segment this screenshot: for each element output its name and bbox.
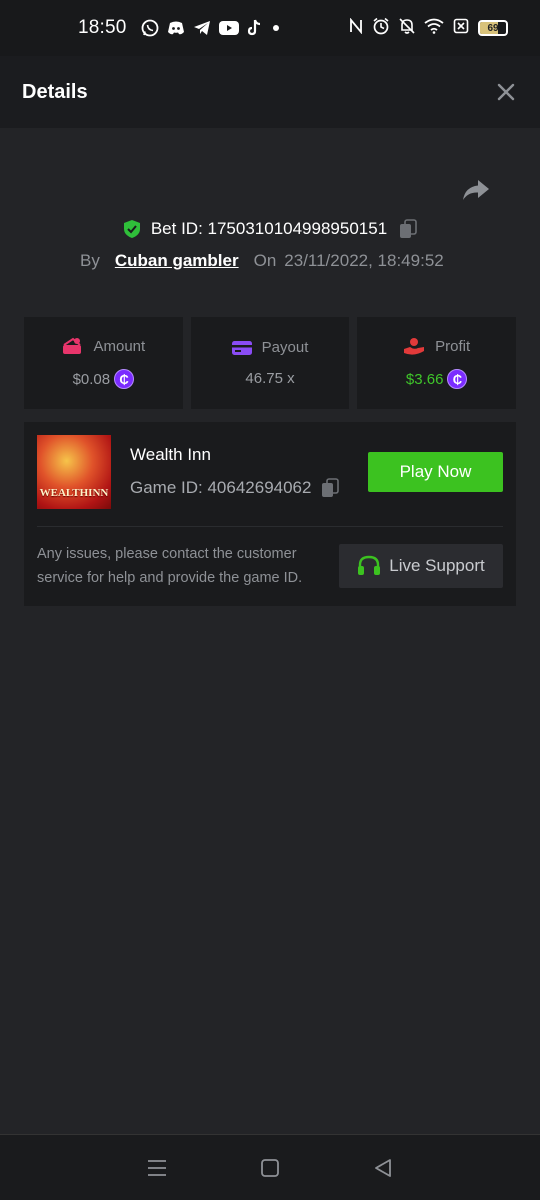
copy-bet-id-icon[interactable]: [399, 219, 417, 239]
live-support-label: Live Support: [389, 556, 485, 575]
bet-date: 23/11/2022, 18:49:52: [284, 251, 444, 270]
back-triangle-icon: [375, 1158, 392, 1177]
bet-id: Bet ID: 1750310104998950151: [150, 219, 388, 238]
details-header: Details: [0, 56, 540, 128]
alarm-icon: [372, 17, 390, 40]
tiktok-icon: [247, 19, 263, 37]
game-name[interactable]: Wealth Inn: [130, 445, 211, 465]
battery-icon: 69: [478, 20, 508, 36]
support-help-text: Any issues, please contact the customer …: [37, 546, 303, 586]
share-button[interactable]: [462, 178, 492, 206]
username-link[interactable]: Cuban gambler: [115, 251, 239, 271]
status-bar: 18:50 69: [0, 0, 540, 56]
close-button[interactable]: [494, 80, 518, 104]
status-time: 18:50: [78, 17, 127, 38]
stat-payout-value: 46.75 x: [245, 370, 295, 387]
game-card: WEALTHINN Wealth Inn Game ID: 4064269406…: [24, 422, 516, 606]
card-icon: [231, 340, 252, 355]
game-thumbnail-logo: WEALTHINN: [39, 487, 109, 499]
more-notifications-dot: [272, 25, 279, 31]
menu-icon: [147, 1159, 166, 1176]
stat-amount-label: Amount: [93, 337, 146, 355]
game-id-row: Game ID: 40642694062: [130, 478, 340, 498]
headset-icon: [358, 555, 381, 575]
home-square-icon: [261, 1158, 279, 1177]
page-title: Details: [22, 80, 88, 103]
close-icon: [497, 83, 515, 101]
stat-amount-value: $0.08: [72, 370, 111, 388]
nfc-icon: [349, 17, 363, 39]
game-id: Game ID: 40642694062: [130, 478, 312, 497]
mute-icon: [399, 17, 415, 40]
game-thumbnail[interactable]: WEALTHINN: [37, 435, 111, 509]
coin-icon: ₵: [114, 369, 135, 389]
verified-shield-icon: [123, 220, 140, 238]
no-sim-icon: [453, 18, 469, 39]
stat-profit: Profit $3.66 ₵: [357, 317, 517, 409]
copy-game-id-icon[interactable]: [321, 478, 340, 498]
profit-icon: [404, 338, 425, 355]
stat-payout: Payout 46.75 x: [190, 317, 350, 409]
stat-profit-value: $3.66: [405, 370, 444, 388]
stat-payout-label: Payout: [261, 339, 309, 356]
system-navigation-bar: [0, 1134, 540, 1200]
live-support-button[interactable]: Live Support: [339, 544, 503, 588]
stat-amount: Amount $0.08 ₵: [24, 317, 183, 409]
youtube-icon: [218, 21, 239, 35]
stat-profit-label: Profit: [435, 337, 471, 355]
back-button[interactable]: [363, 1148, 403, 1188]
amount-icon: [63, 337, 82, 354]
play-now-button[interactable]: Play Now: [368, 452, 503, 492]
discord-icon: [167, 20, 185, 36]
coin-icon: ₵: [447, 369, 468, 389]
bet-meta-row: By Cuban gambler On 23/11/2022, 18:49:52: [80, 249, 444, 273]
bet-stats: Amount $0.08 ₵ Payout 46.75 x Profit $3.…: [24, 317, 517, 409]
telegram-icon: [193, 20, 211, 36]
share-icon: [463, 180, 489, 200]
on-label: On: [253, 251, 277, 270]
by-label: By: [80, 251, 100, 270]
bet-id-row: Bet ID: 1750310104998950151: [0, 216, 540, 242]
notification-icons: [141, 19, 263, 37]
battery-level: 69: [487, 22, 499, 34]
home-button[interactable]: [250, 1148, 290, 1188]
divider: [37, 526, 503, 527]
whatsapp-icon: [141, 19, 159, 37]
recents-button[interactable]: [137, 1148, 177, 1188]
system-icons: 69: [349, 17, 508, 40]
wifi-icon: [424, 18, 444, 39]
